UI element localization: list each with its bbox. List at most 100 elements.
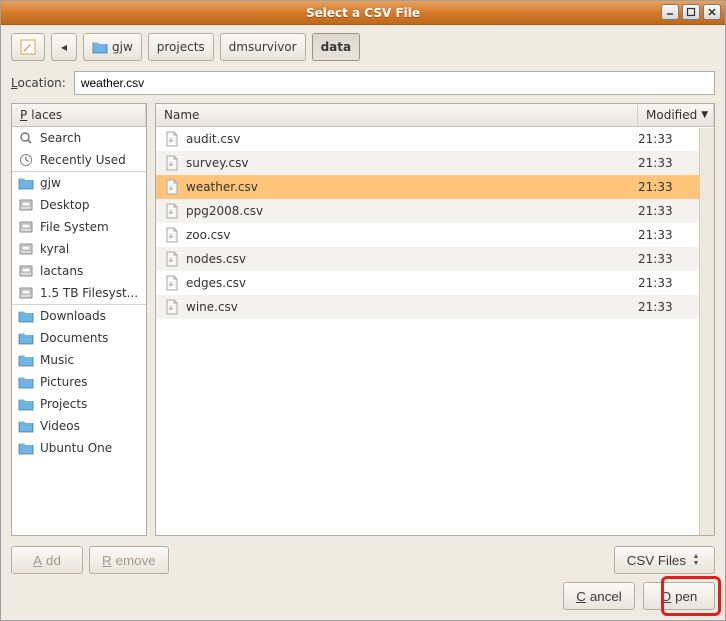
place-item[interactable]: Downloads — [12, 304, 146, 327]
location-label: Location: — [11, 76, 66, 90]
minimize-icon — [665, 7, 675, 17]
updown-icon: ▲▼ — [690, 553, 702, 567]
folder-icon — [18, 418, 34, 434]
place-label: Desktop — [40, 198, 90, 212]
file-name: weather.csv — [186, 180, 632, 194]
file-icon: a — [164, 227, 180, 243]
path-segment-dmsurvivor[interactable]: dmsurvivor — [220, 33, 306, 61]
maximize-icon — [686, 7, 696, 17]
file-modified: 21:33 — [638, 180, 706, 194]
cancel-button[interactable]: Cancel — [563, 582, 635, 610]
place-label: Downloads — [40, 309, 106, 323]
close-button[interactable] — [703, 4, 721, 20]
place-label: Documents — [40, 331, 108, 345]
places-header[interactable]: Places — [12, 104, 146, 127]
place-item[interactable]: Music — [12, 349, 146, 371]
file-name: nodes.csv — [186, 252, 632, 266]
places-list: Search Recently Usedgjw Desktop File System… — [12, 127, 146, 535]
file-row[interactable]: asurvey.csv21:33 — [156, 151, 714, 175]
disk-icon — [18, 241, 34, 257]
disk-icon — [18, 197, 34, 213]
folder-icon — [18, 440, 34, 456]
file-columns-header: Name Modified ▼ — [156, 104, 714, 127]
open-button[interactable]: Open — [643, 582, 715, 610]
place-label: lactans — [40, 264, 83, 278]
file-filter-select[interactable]: CSV Files ▲▼ — [614, 546, 715, 574]
file-name: edges.csv — [186, 276, 632, 290]
window-controls — [661, 4, 721, 20]
column-name[interactable]: Name — [156, 104, 638, 126]
place-label: File System — [40, 220, 109, 234]
place-item[interactable]: Pictures — [12, 371, 146, 393]
folder-icon — [18, 175, 34, 191]
place-label: Videos — [40, 419, 80, 433]
path-segment-data[interactable]: data — [312, 33, 361, 61]
place-item[interactable]: Videos — [12, 415, 146, 437]
place-item[interactable]: Recently Used — [12, 149, 146, 171]
file-name: wine.csv — [186, 300, 632, 314]
search-icon — [18, 130, 34, 146]
maximize-button[interactable] — [682, 4, 700, 20]
file-row[interactable]: a weather.csv 21:33 — [156, 175, 714, 199]
svg-text:a: a — [169, 305, 173, 312]
file-row[interactable]: a nodes.csv 21:33 — [156, 247, 714, 271]
file-icon: a — [164, 203, 180, 219]
remove-bookmark-button[interactable]: Remove — [89, 546, 169, 574]
place-item[interactable]: Desktop — [12, 194, 146, 216]
file-name: zoo.csv — [186, 228, 632, 242]
path-back-button[interactable]: ◂ — [51, 33, 77, 61]
file-row[interactable]: a zoo.csv 21:33 — [156, 223, 714, 247]
place-item[interactable]: File System — [12, 216, 146, 238]
minimize-button[interactable] — [661, 4, 679, 20]
location-input[interactable] — [74, 71, 715, 95]
svg-text:a: a — [169, 209, 173, 216]
file-modified: 21:33 — [638, 156, 706, 170]
bottom-row-2: Cancel Open — [1, 576, 725, 620]
location-row: Location: — [1, 65, 725, 103]
file-modified: 21:33 — [638, 252, 706, 266]
place-item[interactable]: Documents — [12, 327, 146, 349]
window-title: Select a CSV File — [1, 6, 725, 20]
place-label: Search — [40, 131, 81, 145]
place-item[interactable]: kyral — [12, 238, 146, 260]
svg-text:a: a — [169, 137, 173, 144]
place-item[interactable]: 1.5 TB Filesyst... — [12, 282, 146, 304]
disk-icon — [18, 219, 34, 235]
places-header-label: Places — [12, 104, 146, 126]
file-icon: a — [164, 251, 180, 267]
place-label: kyral — [40, 242, 69, 256]
place-item[interactable]: Search — [12, 127, 146, 149]
column-modified[interactable]: Modified ▼ — [638, 104, 714, 126]
file-modified: 21:33 — [638, 228, 706, 242]
folder-icon — [18, 396, 34, 412]
bottom-row-1: Add Remove CSV Files ▲▼ — [1, 540, 725, 576]
place-item[interactable]: gjw — [12, 171, 146, 194]
folder-icon — [92, 39, 108, 55]
file-modified: 21:33 — [638, 300, 706, 314]
path-segment-projects[interactable]: projects — [148, 33, 214, 61]
file-row[interactable]: aaudit.csv21:33 — [156, 127, 714, 151]
svg-text:a: a — [169, 281, 173, 288]
add-bookmark-button[interactable]: Add — [11, 546, 83, 574]
place-item[interactable]: Ubuntu One — [12, 437, 146, 459]
file-chooser-window: Select a CSV File ◂ gjwprojectsdmsurvivo… — [0, 0, 726, 621]
path-segment-gjw[interactable]: gjw — [83, 33, 142, 61]
svg-text:a: a — [169, 257, 173, 264]
scrollbar[interactable] — [699, 128, 714, 535]
file-row[interactable]: a edges.csv 21:33 — [156, 271, 714, 295]
file-modified: 21:33 — [638, 276, 706, 290]
place-item[interactable]: Projects — [12, 393, 146, 415]
place-label: Ubuntu One — [40, 441, 112, 455]
place-item[interactable]: lactans — [12, 260, 146, 282]
place-label: Pictures — [40, 375, 88, 389]
file-row[interactable]: appg2008.csv21:33 — [156, 199, 714, 223]
disk-icon — [18, 263, 34, 279]
file-row[interactable]: a wine.csv 21:33 — [156, 295, 714, 319]
edit-path-toggle[interactable] — [11, 33, 45, 61]
svg-text:a: a — [169, 185, 173, 192]
folder-icon — [18, 374, 34, 390]
place-label: 1.5 TB Filesyst... — [40, 286, 138, 300]
folder-icon — [18, 330, 34, 346]
pathbar: ◂ gjwprojectsdmsurvivordata — [1, 25, 725, 65]
svg-text:a: a — [169, 161, 173, 168]
